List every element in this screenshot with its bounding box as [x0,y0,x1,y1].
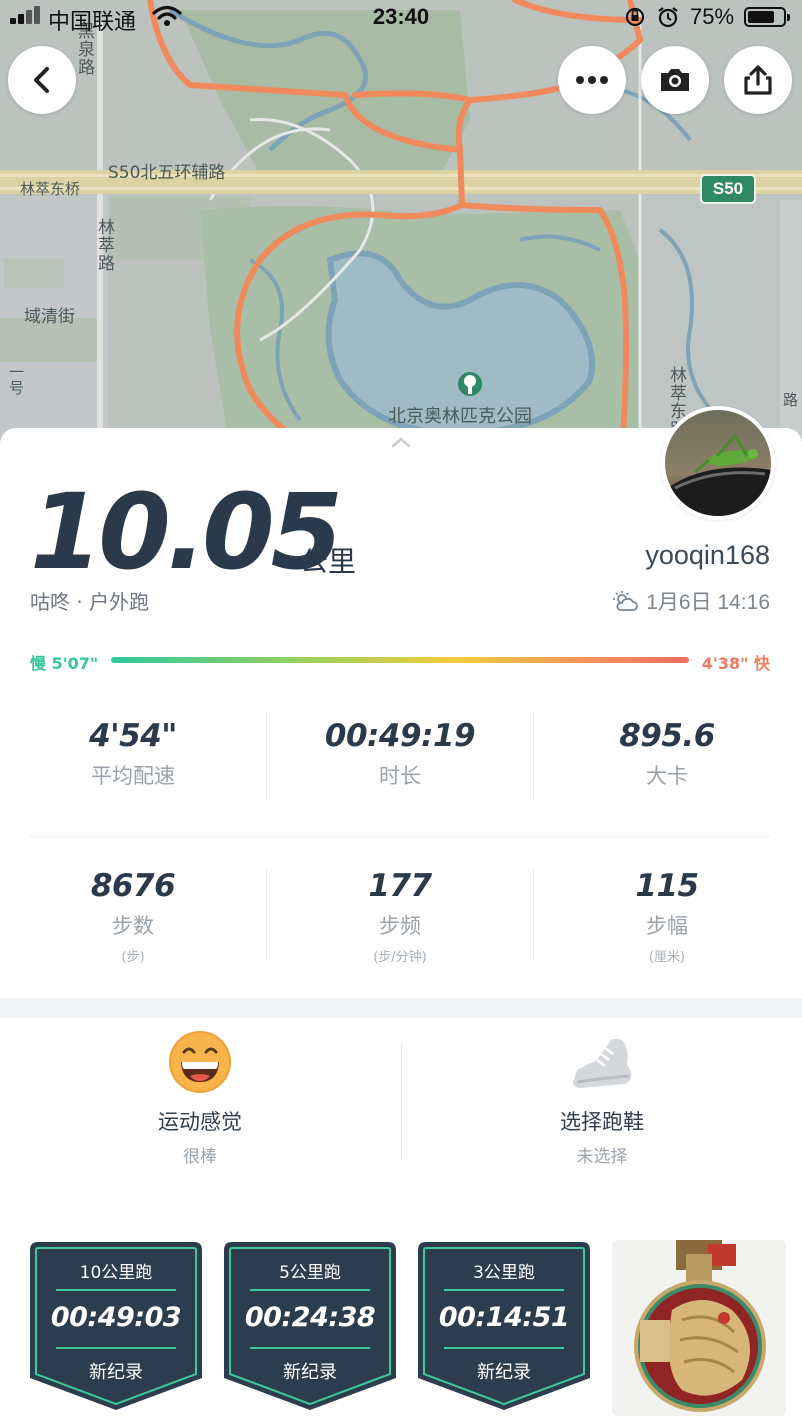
back-button[interactable] [8,46,76,114]
stat-label: 步数 [112,914,154,938]
stat-steps: 8676 步数 (步) [0,868,266,965]
badge-title: 5公里跑 [279,1263,341,1283]
stat-divider [266,870,267,960]
pace-slow-label: 慢 5'07" [30,654,99,673]
orientation-lock-icon [625,7,645,27]
stat-stride: 115 步幅 (厘米) [534,868,800,965]
status-bar: 中国联通 23:40 75% [0,0,802,35]
stat-label: 平均配速 [91,764,175,788]
stat-label: 步幅 [646,914,688,938]
stat-duration: 00:49:19 时长 [267,718,533,790]
chevron-left-icon [34,67,49,93]
stat-value: 00:49:19 [324,718,476,754]
battery-percent: 75% [690,4,735,29]
status-time: 23:40 [372,4,430,29]
map-label-left-edge: 一号 [7,364,25,396]
map-label-yuqing-street: 域清街 [24,307,75,327]
stat-divider [266,712,267,800]
distance-value: 10.05 [30,471,343,593]
pace-gradient-bar [111,657,689,663]
stat-value: 8676 [90,868,176,904]
activity-type: 咕咚 · 户外跑 [30,590,150,614]
badge-5k-record[interactable]: 5公里跑 00:24:38 新纪录 [222,1240,398,1412]
feeling-value: 很棒 [183,1147,217,1167]
avatar-grasshopper-image [665,410,771,516]
stat-value: 4'54" [89,718,177,754]
map-label-ring-road: S50北五环辅路 [108,163,226,183]
stat-value: 115 [635,868,699,904]
map-label-lincui-bridge: 林萃东桥 [20,180,81,198]
section-gap [0,998,802,1018]
share-button[interactable] [724,46,792,114]
stat-label: 步频 [379,914,421,938]
run-datetime: 1月6日 14:16 [612,586,770,616]
stat-unit: (厘米) [648,950,686,965]
battery-level [748,11,774,23]
badge-3k-record[interactable]: 3公里跑 00:14:51 新纪录 [416,1240,592,1412]
more-dots-icon [576,76,608,84]
badge-title: 3公里跑 [473,1263,535,1283]
badge-title: 10公里跑 [79,1263,153,1283]
shoes-title: 选择跑鞋 [560,1110,644,1134]
pace-fast-label: 4'38" 快 [701,654,770,673]
map-label-lincui-road: 林萃路 [94,218,114,272]
distance-unit: 公里 [300,545,357,578]
shoes-value: 未选择 [576,1147,628,1167]
stat-calories: 895.6 大卡 [534,718,800,790]
badge-time: 00:49:03 [50,1302,182,1333]
badge-tag: 新纪录 [477,1362,531,1383]
run-datetime-text: 1月6日 14:16 [646,591,770,614]
badge-10k-record[interactable]: 10公里跑 00:49:03 新纪录 [28,1240,204,1412]
map-label-park: 北京奥林匹克公园 [388,406,532,427]
feeling-title: 运动感觉 [158,1110,242,1134]
stat-value: 177 [368,868,432,904]
feeling-button[interactable]: 运动感觉 很棒 [0,1030,400,1167]
badge-tag: 新纪录 [89,1362,143,1383]
partly-cloudy-icon [613,591,639,611]
username[interactable]: yooqin168 [645,540,770,571]
stat-label: 时长 [379,764,421,788]
stats-divider [30,836,770,837]
stat-value: 895.6 [619,718,715,754]
stat-cadence: 177 步频 (步/分钟) [267,868,533,965]
camera-icon [661,69,689,91]
stat-divider [533,870,534,960]
alarm-icon [658,7,678,28]
chevron-up-icon[interactable] [390,436,412,448]
choose-shoes-button[interactable]: 选择跑鞋 未选择 [402,1030,802,1167]
rooster-medal-image [612,1240,786,1416]
badge-time: 00:14:51 [438,1302,570,1333]
battery-icon [744,7,790,27]
medal-thumbnail[interactable] [612,1240,786,1416]
camera-button[interactable] [641,46,709,114]
share-icon [744,65,772,95]
badge-time: 00:24:38 [244,1302,376,1333]
map-label-right-edge: 路 [781,392,799,408]
more-button[interactable] [558,46,626,114]
stat-label: 大卡 [646,764,688,788]
s50-road-shield: S50 [700,174,756,204]
grinning-face-icon [169,1031,231,1093]
stat-divider [533,712,534,800]
avatar[interactable] [661,406,775,520]
stat-unit: (步/分钟) [373,950,427,965]
badge-tag: 新纪录 [283,1362,337,1383]
stat-unit: (步) [121,950,145,965]
stat-avg-pace: 4'54" 平均配速 [0,718,266,790]
running-shoe-icon [573,1038,632,1088]
